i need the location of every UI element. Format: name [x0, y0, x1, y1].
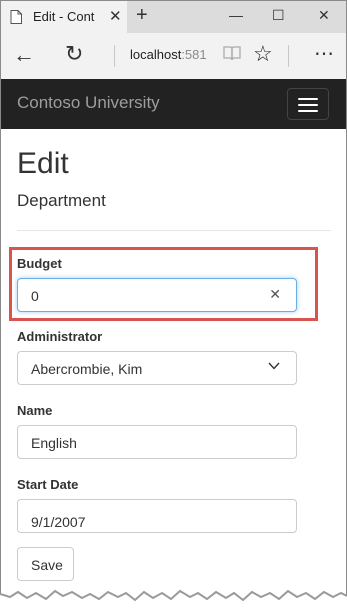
page-title: Edit — [17, 147, 69, 180]
start-date-value: 9/1/2007 — [31, 514, 86, 530]
back-arrow-icon[interactable]: ← — [13, 42, 35, 68]
hamburger-icon-bar — [298, 98, 318, 100]
administrator-value: Abercrombie, Kim — [31, 361, 143, 377]
budget-value: 0 — [31, 288, 39, 304]
administrator-select[interactable]: Abercrombie, Kim — [17, 351, 297, 385]
tab-close-icon[interactable]: ✕ — [109, 7, 122, 25]
save-button[interactable]: Save — [17, 547, 74, 581]
divider — [17, 230, 331, 231]
url-field[interactable]: localhost:581 — [130, 47, 207, 62]
new-tab-button[interactable]: + — [136, 4, 148, 27]
tab-title: Edit - Cont — [33, 9, 95, 24]
brand-link[interactable]: Contoso University — [17, 93, 160, 113]
menu-toggle-button[interactable] — [287, 88, 329, 120]
url-host: localhost — [130, 47, 182, 62]
budget-input[interactable]: 0 ✕ — [17, 278, 297, 312]
save-button-label: Save — [31, 557, 63, 573]
reading-view-icon[interactable] — [223, 44, 241, 62]
start-date-label: Start Date — [17, 477, 79, 492]
address-bar: ← ↻ localhost:581 ☆ ⋯ — [1, 33, 346, 80]
divider — [114, 45, 115, 67]
clear-icon[interactable]: ✕ — [269, 286, 281, 303]
minimize-button[interactable]: — — [229, 7, 243, 23]
divider — [288, 45, 289, 67]
favorite-star-icon[interactable]: ☆ — [253, 41, 273, 67]
name-value: English — [31, 435, 77, 451]
administrator-label: Administrator — [17, 329, 103, 344]
start-date-input[interactable]: 9/1/2007 — [17, 499, 297, 533]
chevron-down-icon — [268, 362, 280, 370]
maximize-button[interactable]: ☐ — [272, 7, 285, 24]
browser-window: Edit - Cont ✕ + — ☐ ✕ ← ↻ localhost:581 … — [0, 0, 347, 616]
budget-label: Budget — [17, 256, 62, 271]
close-window-button[interactable]: ✕ — [318, 7, 330, 24]
page-subtitle: Department — [17, 191, 106, 210]
hamburger-icon-bar — [298, 104, 318, 106]
page-icon — [10, 10, 22, 24]
browser-tab[interactable]: Edit - Cont ✕ — [1, 1, 127, 33]
hamburger-icon-bar — [298, 110, 318, 112]
tab-strip: Edit - Cont ✕ + — ☐ ✕ — [1, 1, 346, 33]
url-port: :581 — [181, 47, 207, 62]
app-navbar: Contoso University — [1, 79, 346, 129]
refresh-icon[interactable]: ↻ — [65, 41, 83, 67]
torn-edge-decoration — [0, 589, 347, 616]
name-label: Name — [17, 403, 53, 418]
more-options-icon[interactable]: ⋯ — [314, 41, 335, 66]
name-input[interactable]: English — [17, 425, 297, 459]
